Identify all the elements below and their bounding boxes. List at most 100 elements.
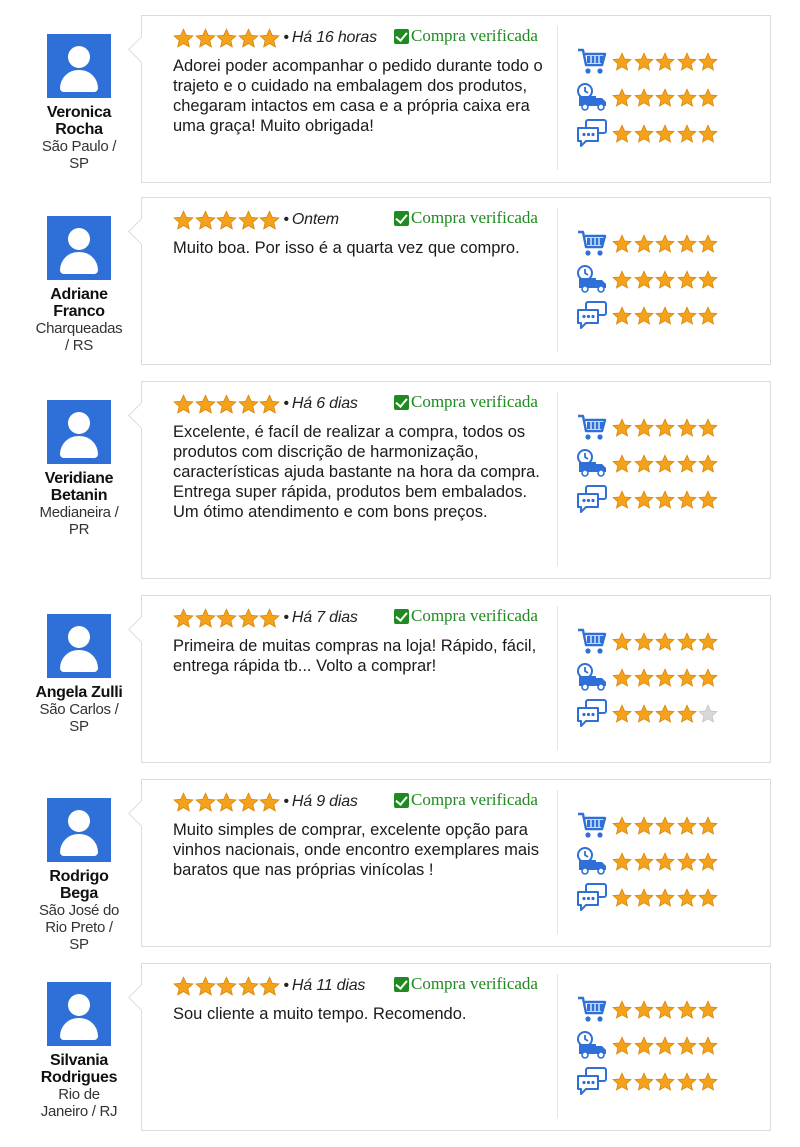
delivery-truck-icon: [576, 82, 610, 114]
detailed-ratings: [576, 808, 720, 916]
rating-row: [576, 80, 720, 116]
review-header: • Ontem: [173, 208, 339, 232]
author-location-line: São Carlos /: [39, 701, 119, 718]
review-date: Há 7 dias: [291, 609, 358, 626]
rating-row: [576, 992, 720, 1028]
star-filled-icon: [194, 975, 216, 997]
review-card: • Ontem Compra verificada Muito boa. Por is…: [128, 197, 771, 365]
author-location: São José do Rio Preto / SP: [24, 902, 134, 953]
rating-row: [576, 226, 720, 262]
avatar: [47, 34, 111, 98]
review-date: Há 11 dias: [291, 977, 366, 994]
star-filled-icon: [655, 888, 675, 908]
star-filled-icon: [655, 816, 675, 836]
review-card: • Há 11 dias Compra verificada Sou cliente …: [128, 963, 771, 1131]
author-name: Adriane Franco: [24, 286, 134, 320]
star-filled-icon: [676, 234, 697, 254]
star-filled-icon: [655, 1036, 675, 1056]
author-name-line: Rodrigues: [40, 1069, 118, 1086]
review-date: Há 6 dias: [291, 395, 358, 412]
chat-bubbles-icon: [576, 484, 610, 516]
star-filled-icon: [612, 1000, 632, 1020]
chat-bubbles-icon: [576, 118, 610, 150]
author-name: Veronica Rocha: [24, 104, 134, 138]
star-filled-icon: [676, 418, 697, 438]
star-filled-icon: [676, 852, 697, 872]
review-author: Adriane Franco Charqueadas / RS: [24, 216, 134, 354]
detailed-ratings: [576, 624, 720, 732]
avatar: [47, 614, 111, 678]
star-filled-icon: [633, 1000, 654, 1020]
star-filled-icon: [655, 234, 675, 254]
divider: [557, 790, 558, 934]
review-text: Sou cliente a muito tempo. Recomendo.: [173, 1005, 467, 1023]
avatar: [47, 400, 111, 464]
star-filled-icon: [655, 490, 675, 510]
chat-bubbles-icon: [576, 698, 610, 730]
chat-bubbles-icon: [576, 1066, 610, 1098]
star-filled-icon: [698, 816, 718, 836]
author-location-line: São José do: [38, 902, 120, 919]
star-filled-icon: [173, 27, 194, 49]
author-name-line: Silvania: [49, 1052, 109, 1069]
star-filled-icon: [655, 88, 675, 108]
review-date: Há 9 dias: [291, 793, 358, 810]
review-card: • Há 16 horas Compra verificada Adorei pode…: [128, 15, 771, 183]
star-filled-icon: [676, 888, 697, 908]
star-filled-icon: [698, 852, 718, 872]
star-filled-icon: [633, 306, 654, 326]
rating-row: [576, 298, 720, 334]
verified-purchase-badge: Compra verificada: [394, 974, 538, 994]
star-filled-icon: [698, 1036, 718, 1056]
author-name-line: Bega: [60, 885, 98, 902]
rating-row: [576, 262, 720, 298]
star-filled-icon: [173, 607, 194, 629]
author-location-line: SP: [69, 155, 89, 172]
star-filled-icon: [676, 306, 697, 326]
review-header: • Há 9 dias: [173, 790, 358, 814]
checkmark-icon: [394, 28, 409, 44]
checkmark-icon: [394, 394, 409, 410]
star-filled-icon: [612, 88, 632, 108]
star-filled-icon: [194, 791, 216, 813]
author-name-line: Betanin: [50, 487, 108, 504]
avatar: [47, 216, 111, 280]
review-header: • Há 16 horas: [173, 26, 377, 50]
star-filled-icon: [676, 1000, 697, 1020]
divider: [557, 974, 558, 1118]
star-filled-icon: [698, 270, 718, 290]
divider: [557, 606, 558, 750]
chat-bubbles-icon: [576, 882, 610, 914]
rating-row: [576, 880, 720, 916]
delivery-truck-icon: [576, 264, 610, 296]
star-filled-icon: [655, 632, 675, 652]
star-filled-icon: [698, 1072, 718, 1092]
star-filled-icon: [259, 393, 280, 415]
verified-purchase-badge: Compra verificada: [394, 208, 538, 228]
star-filled-icon: [676, 52, 697, 72]
star-filled-icon: [612, 632, 632, 652]
review-author: Veridiane Betanin Medianeira / PR: [24, 400, 134, 538]
divider: [557, 26, 558, 170]
verified-label: Compra verificada: [411, 790, 538, 809]
star-filled-icon: [676, 1072, 697, 1092]
review-text: Excelente, é facíl de realizar a compra,…: [173, 423, 540, 521]
star-filled-icon: [698, 1000, 718, 1020]
star-filled-icon: [633, 234, 654, 254]
author-location-line: São Paulo /: [41, 138, 117, 155]
author-location-line: Medianeira /: [39, 504, 119, 521]
star-filled-icon: [633, 632, 654, 652]
review-stars: [173, 607, 281, 629]
star-filled-icon: [633, 270, 654, 290]
date-bullet: •: [283, 395, 290, 412]
review-author: Angela Zulli São Carlos / SP: [24, 614, 134, 735]
star-filled-icon: [612, 1036, 632, 1056]
review-header: • Há 7 dias: [173, 606, 358, 630]
delivery-truck-icon: [576, 662, 610, 694]
star-filled-icon: [173, 791, 194, 813]
rating-row: [576, 410, 720, 446]
detailed-ratings: [576, 44, 720, 152]
author-location: São Paulo / SP: [24, 138, 134, 172]
star-filled-icon: [676, 816, 697, 836]
date-bullet: •: [283, 977, 290, 994]
